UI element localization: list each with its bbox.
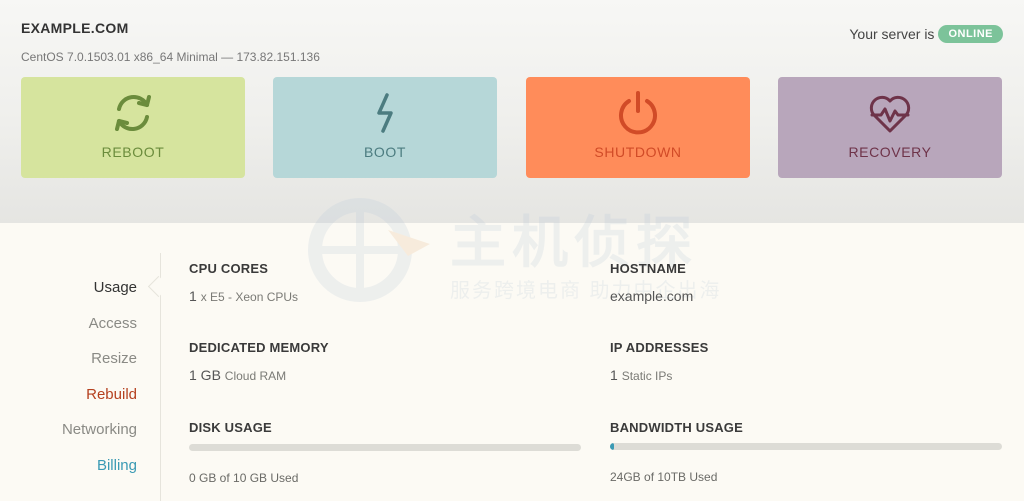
tab-billing[interactable]: Billing (97, 457, 137, 474)
tab-rebuild[interactable]: Rebuild (86, 386, 137, 403)
recovery-button[interactable]: RECOVERY (778, 77, 1002, 178)
server-tabs: Usage Access Resize Rebuild Networking B… (0, 253, 161, 501)
tab-networking[interactable]: Networking (62, 421, 137, 438)
ip-detail: Static IPs (621, 369, 673, 383)
ip-addresses-value: 1 Static IPs (610, 367, 672, 383)
server-os-info: CentOS 7.0.1503.01 x86_64 Minimal — 173.… (21, 50, 320, 64)
hostname-title: HOSTNAME (610, 261, 686, 276)
reboot-label: REBOOT (101, 144, 165, 160)
shutdown-label: SHUTDOWN (594, 144, 682, 160)
memory-amount: 1 GB (189, 367, 221, 383)
boot-button[interactable]: BOOT (273, 77, 497, 178)
memory-detail: Cloud RAM (224, 369, 287, 383)
cpu-count: 1 (189, 288, 197, 304)
cpu-detail: x E5 - Xeon CPUs (200, 290, 299, 304)
disk-usage-bar (189, 444, 581, 451)
bandwidth-usage-text: 24GB of 10TB Used (610, 470, 718, 484)
server-header: EXAMPLE.COM CentOS 7.0.1503.01 x86_64 Mi… (0, 0, 1024, 223)
shutdown-button[interactable]: SHUTDOWN (526, 77, 750, 178)
lightning-icon (361, 89, 409, 137)
bandwidth-usage-fill (610, 443, 614, 450)
ip-count: 1 (610, 367, 618, 383)
recovery-label: RECOVERY (848, 144, 932, 160)
cpu-cores-value: 1 x E5 - Xeon CPUs (189, 288, 298, 304)
ip-addresses-title: IP ADDRESSES (610, 340, 709, 355)
power-actions: REBOOT BOOT SHUTDOWN RECOVERY (21, 77, 1003, 178)
power-icon (614, 89, 662, 137)
status-badge: ONLINE (938, 25, 1003, 43)
bandwidth-usage-title: BANDWIDTH USAGE (610, 420, 743, 435)
boot-label: BOOT (363, 144, 407, 160)
disk-usage-title: DISK USAGE (189, 420, 272, 435)
cpu-cores-title: CPU CORES (189, 261, 269, 276)
reboot-button[interactable]: REBOOT (21, 77, 245, 178)
hostname-value: example.com (610, 288, 694, 304)
tab-resize[interactable]: Resize (91, 350, 137, 367)
memory-title: DEDICATED MEMORY (189, 340, 329, 355)
reboot-icon (109, 89, 157, 137)
server-status-label: Your server is (849, 26, 935, 42)
tab-usage[interactable]: Usage (94, 279, 137, 296)
disk-usage-text: 0 GB of 10 GB Used (189, 471, 299, 485)
server-domain: EXAMPLE.COM (21, 20, 129, 36)
bandwidth-usage-bar (610, 443, 1002, 450)
server-status: Your server is ONLINE (849, 25, 1003, 43)
memory-value: 1 GB Cloud RAM (189, 367, 286, 383)
tab-access[interactable]: Access (89, 315, 137, 332)
heart-pulse-icon (866, 89, 914, 137)
